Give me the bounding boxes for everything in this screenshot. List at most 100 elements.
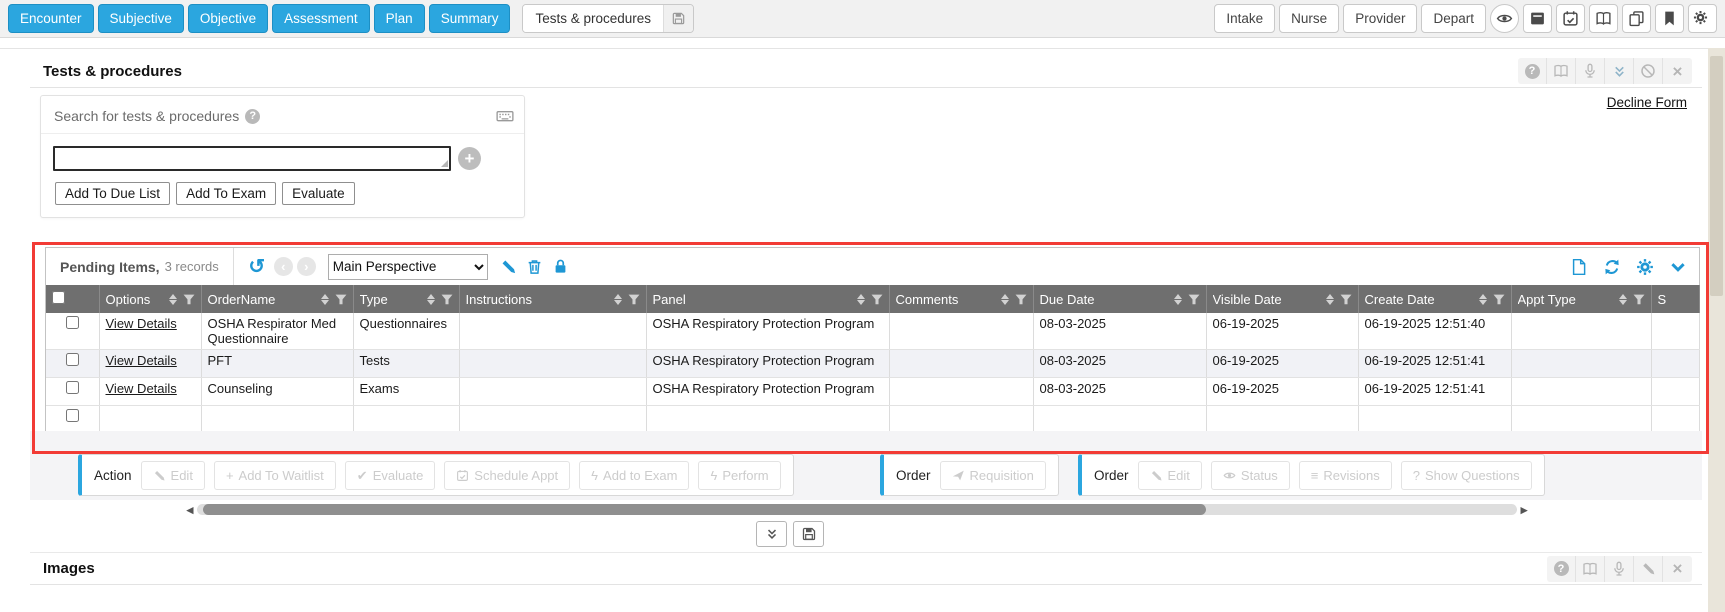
scrollbar-thumb[interactable] [203,504,1206,515]
help-icon[interactable]: ? [1518,58,1547,84]
lock-icon[interactable] [548,254,574,280]
close-icon[interactable]: × [1663,58,1692,84]
add-to-waitlist-button[interactable]: + Add To Waitlist [214,461,336,490]
scrollbar-track[interactable] [197,504,1517,515]
col-ordername[interactable]: OrderName [208,292,321,307]
microphone-icon[interactable] [1605,556,1634,582]
tab-encounter[interactable]: Encounter [8,4,94,33]
filter-icon[interactable] [1493,294,1505,305]
filter-icon[interactable] [183,294,195,305]
perspective-select[interactable]: Main Perspective [328,254,488,280]
col-panel[interactable]: Panel [653,292,857,307]
help-icon[interactable]: ? [1547,556,1576,582]
book-icon[interactable] [1547,58,1576,84]
scroll-left-arrow[interactable]: ◂ [183,502,197,518]
decline-form-link[interactable]: Decline Form [1607,95,1687,110]
grid-settings-gear-icon[interactable] [1632,254,1658,280]
scroll-right-arrow[interactable]: ▸ [1517,502,1531,518]
filter-icon[interactable] [1633,294,1645,305]
page-vertical-scrollbar[interactable] [1708,48,1725,612]
tab-objective[interactable]: Objective [188,4,268,33]
col-visible-date[interactable]: Visible Date [1213,292,1326,307]
add-plus-button[interactable]: + [458,147,481,170]
select-all-checkbox[interactable] [52,291,65,304]
copy-button[interactable] [1622,4,1651,33]
close-icon[interactable]: × [1663,556,1692,582]
col-type[interactable]: Type [360,292,427,307]
col-appt-type[interactable]: Appt Type [1518,292,1619,307]
tab-subjective[interactable]: Subjective [98,4,184,33]
eye-button[interactable] [1490,4,1519,33]
filter-icon[interactable] [335,294,347,305]
settings-button[interactable] [1688,4,1717,33]
add-to-exam-button[interactable]: Add To Exam [176,182,276,205]
scrollbar-thumb[interactable] [1710,56,1723,296]
view-details-link[interactable]: View Details [106,381,177,396]
filter-icon[interactable] [441,294,453,305]
sort-icon[interactable] [427,294,435,305]
collapse-grid-chevron-icon[interactable] [1665,254,1691,280]
revisions-button[interactable]: ≡ Revisions [1299,461,1392,490]
sort-icon[interactable] [1326,294,1334,305]
block-icon[interactable] [1634,58,1663,84]
col-create-date[interactable]: Create Date [1365,292,1479,307]
sort-icon[interactable] [1619,294,1627,305]
sort-icon[interactable] [169,294,177,305]
status-button[interactable]: Status [1211,461,1290,490]
col-options[interactable]: Options [106,292,169,307]
nurse-button[interactable]: Nurse [1279,4,1339,33]
new-document-icon[interactable] [1566,254,1592,280]
evaluate-action-button[interactable]: ✔ Evaluate [345,461,436,490]
pencil-icon[interactable] [1634,556,1663,582]
search-input[interactable] [53,146,451,171]
perform-button[interactable]: ϟ Perform [698,461,780,490]
col-due-date[interactable]: Due Date [1040,292,1174,307]
intake-button[interactable]: Intake [1214,4,1275,33]
order-edit-button[interactable]: Edit [1138,461,1202,490]
filter-icon[interactable] [871,294,883,305]
col-instructions[interactable]: Instructions [466,292,614,307]
edit-perspective-pencil-icon[interactable] [496,254,522,280]
requisition-button[interactable]: Requisition [940,461,1046,490]
filter-icon[interactable] [628,294,640,305]
book-icon[interactable] [1576,556,1605,582]
book-button[interactable] [1589,4,1618,33]
sort-icon[interactable] [1174,294,1182,305]
delete-perspective-trash-icon[interactable] [522,254,548,280]
filter-icon[interactable] [1340,294,1352,305]
show-questions-button[interactable]: ? Show Questions [1401,461,1532,490]
tab-tests-procedures[interactable]: Tests & procedures [523,5,663,32]
row-checkbox[interactable] [66,381,79,394]
row-checkbox[interactable] [66,316,79,329]
sort-icon[interactable] [1001,294,1009,305]
sort-icon[interactable] [1479,294,1487,305]
depart-button[interactable]: Depart [1421,4,1486,33]
undo-icon[interactable]: ↺ [244,254,270,280]
tab-plan[interactable]: Plan [374,4,425,33]
evaluate-button[interactable]: Evaluate [282,182,355,205]
microphone-icon[interactable] [1576,58,1605,84]
col-comments[interactable]: Comments [896,292,1001,307]
add-to-due-list-button[interactable]: Add To Due List [55,182,170,205]
search-help-icon[interactable]: ? [245,109,260,124]
save-tab-button[interactable] [663,5,693,32]
nav-back-icon[interactable]: ‹ [274,257,293,276]
sort-icon[interactable] [614,294,622,305]
view-details-link[interactable]: View Details [106,316,177,331]
edit-button[interactable]: Edit [141,461,205,490]
tab-summary[interactable]: Summary [429,4,511,33]
sort-icon[interactable] [321,294,329,305]
view-details-link[interactable]: View Details [106,353,177,368]
expand-more-button[interactable] [756,521,787,547]
calendar-button[interactable] [1556,4,1585,33]
col-clipped[interactable]: S [1658,292,1693,307]
archive-button[interactable] [1523,4,1552,33]
provider-button[interactable]: Provider [1343,4,1417,33]
collapse-double-chevron-icon[interactable] [1605,58,1634,84]
filter-icon[interactable] [1188,294,1200,305]
add-to-exam-action-button[interactable]: ϟ Add to Exam [579,461,689,490]
row-checkbox[interactable] [66,353,79,366]
nav-forward-icon[interactable]: › [297,257,316,276]
tab-assessment[interactable]: Assessment [272,4,370,33]
sort-icon[interactable] [857,294,865,305]
